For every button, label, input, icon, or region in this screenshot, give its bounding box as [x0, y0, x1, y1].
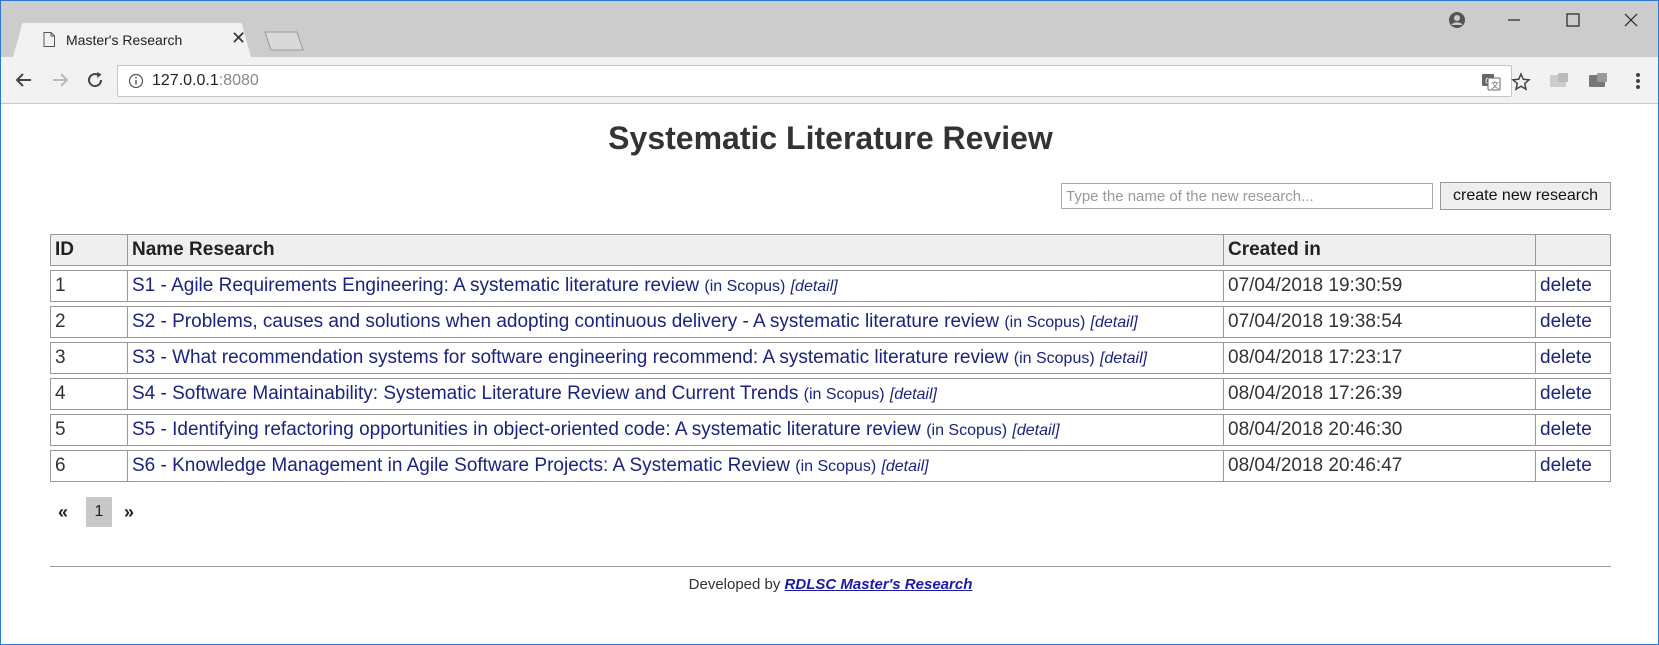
row-name-cell: S5 - Identifying refactoring opportuniti… — [127, 414, 1223, 446]
translate-icon[interactable]: G文 — [1480, 71, 1502, 93]
table-row: 5 S5 - Identifying refactoring opportuni… — [50, 414, 1611, 446]
forward-arrow-icon[interactable] — [47, 67, 73, 93]
extension-icon[interactable] — [1547, 69, 1571, 93]
source-label: (in Scopus) — [1013, 350, 1095, 367]
source-label: (in Scopus) — [795, 458, 877, 475]
row-action-cell: delete — [1535, 378, 1611, 410]
research-link[interactable]: S3 - What recommendation systems for sof… — [132, 347, 1008, 368]
research-link[interactable]: S2 - Problems, causes and solutions when… — [132, 311, 999, 332]
detail-link[interactable]: [detail] — [1012, 422, 1059, 439]
tab-title: Master's Research — [66, 32, 183, 48]
tab-strip: Master's Research ✕ — [1, 1, 1658, 57]
research-link[interactable]: S4 - Software Maintainability: Systemati… — [132, 383, 798, 404]
row-created: 08/04/2018 20:46:30 — [1223, 414, 1535, 446]
browser-window: Master's Research ✕ 127.0.0.1:8080 文 Sys… — [0, 0, 1659, 645]
header-created: Created in — [1223, 234, 1535, 266]
table-row: 6 S6 - Knowledge Management in Agile Sof… — [50, 450, 1611, 482]
source-label: (in Scopus) — [926, 422, 1008, 439]
menu-dots-icon[interactable] — [1626, 69, 1650, 93]
delete-link[interactable]: delete — [1540, 275, 1592, 296]
table-row: 4 S4 - Software Maintainability: Systema… — [50, 378, 1611, 410]
research-table: ID Name Research Created in 1 S1 - Agile… — [50, 230, 1611, 486]
page-content: Systematic Literature Review create new … — [1, 104, 1658, 644]
table-header-row: ID Name Research Created in — [50, 234, 1611, 266]
row-action-cell: delete — [1535, 414, 1611, 446]
svg-text:文: 文 — [1491, 80, 1499, 90]
row-id: 6 — [50, 450, 127, 482]
page-icon — [43, 32, 55, 47]
new-research-input[interactable] — [1061, 183, 1433, 209]
detail-link[interactable]: [detail] — [791, 278, 838, 295]
footer: Developed by RDLSC Master's Research — [1, 576, 1658, 593]
row-action-cell: delete — [1535, 270, 1611, 302]
footer-divider — [50, 566, 1611, 567]
maximize-icon[interactable] — [1553, 7, 1593, 33]
row-action-cell: delete — [1535, 306, 1611, 338]
pagination-prev[interactable]: « — [54, 497, 72, 527]
pagination-page-current[interactable]: 1 — [86, 497, 112, 527]
row-name-cell: S6 - Knowledge Management in Agile Softw… — [127, 450, 1223, 482]
row-id: 5 — [50, 414, 127, 446]
research-link[interactable]: S5 - Identifying refactoring opportuniti… — [132, 419, 921, 440]
header-actions — [1535, 234, 1611, 266]
row-created: 07/04/2018 19:38:54 — [1223, 306, 1535, 338]
header-id: ID — [50, 234, 127, 266]
row-action-cell: delete — [1535, 450, 1611, 482]
detail-link[interactable]: [detail] — [1100, 350, 1147, 367]
row-created: 08/04/2018 20:46:47 — [1223, 450, 1535, 482]
row-name-cell: S1 - Agile Requirements Engineering: A s… — [127, 270, 1223, 302]
delete-link[interactable]: delete — [1540, 419, 1592, 440]
row-name-cell: S3 - What recommendation systems for sof… — [127, 342, 1223, 374]
profile-icon[interactable] — [1437, 7, 1477, 33]
header-name: Name Research — [127, 234, 1223, 266]
row-id: 4 — [50, 378, 127, 410]
detail-link[interactable]: [detail] — [1091, 314, 1138, 331]
delete-link[interactable]: delete — [1540, 311, 1592, 332]
info-icon[interactable] — [128, 73, 144, 89]
bookmark-star-icon[interactable] — [1510, 71, 1532, 93]
table-row: 3 S3 - What recommendation systems for s… — [50, 342, 1611, 374]
row-created: 07/04/2018 19:30:59 — [1223, 270, 1535, 302]
table-row: 2 S2 - Problems, causes and solutions wh… — [50, 306, 1611, 338]
new-tab-button[interactable] — [263, 31, 305, 51]
row-created: 08/04/2018 17:26:39 — [1223, 378, 1535, 410]
row-id: 3 — [50, 342, 127, 374]
delete-link[interactable]: delete — [1540, 347, 1592, 368]
detail-link[interactable]: [detail] — [881, 458, 928, 475]
source-label: (in Scopus) — [1004, 314, 1086, 331]
delete-link[interactable]: delete — [1540, 383, 1592, 404]
address-bar[interactable]: 127.0.0.1:8080 G文 — [117, 65, 1531, 97]
minimize-icon[interactable] — [1494, 7, 1534, 33]
source-label: (in Scopus) — [803, 386, 885, 403]
research-link[interactable]: S1 - Agile Requirements Engineering: A s… — [132, 275, 699, 296]
footer-prefix: Developed by — [688, 576, 781, 593]
source-label: (in Scopus) — [704, 278, 786, 295]
detail-link[interactable]: [detail] — [890, 386, 937, 403]
create-research-button[interactable]: create new research — [1440, 182, 1611, 210]
url-text: 127.0.0.1:8080 — [152, 72, 259, 89]
browser-tab-active[interactable]: Master's Research ✕ — [13, 23, 251, 57]
row-id: 1 — [50, 270, 127, 302]
delete-link[interactable]: delete — [1540, 455, 1592, 476]
close-window-icon[interactable] — [1611, 7, 1651, 33]
browser-toolbar: 127.0.0.1:8080 G文 — [1, 57, 1658, 104]
row-name-cell: S2 - Problems, causes and solutions when… — [127, 306, 1223, 338]
footer-link[interactable]: RDLSC Master's Research — [785, 576, 973, 593]
row-id: 2 — [50, 306, 127, 338]
row-name-cell: S4 - Software Maintainability: Systemati… — [127, 378, 1223, 410]
cast-extension-icon[interactable] — [1586, 69, 1610, 93]
back-arrow-icon[interactable] — [11, 67, 37, 93]
tab-close-icon[interactable]: ✕ — [231, 28, 246, 49]
research-link[interactable]: S6 - Knowledge Management in Agile Softw… — [132, 455, 790, 476]
pagination-next[interactable]: » — [120, 497, 138, 527]
table-row: 1 S1 - Agile Requirements Engineering: A… — [50, 270, 1611, 302]
row-action-cell: delete — [1535, 342, 1611, 374]
row-created: 08/04/2018 17:23:17 — [1223, 342, 1535, 374]
reload-icon[interactable] — [82, 67, 108, 93]
page-title: Systematic Literature Review — [608, 120, 1053, 156]
